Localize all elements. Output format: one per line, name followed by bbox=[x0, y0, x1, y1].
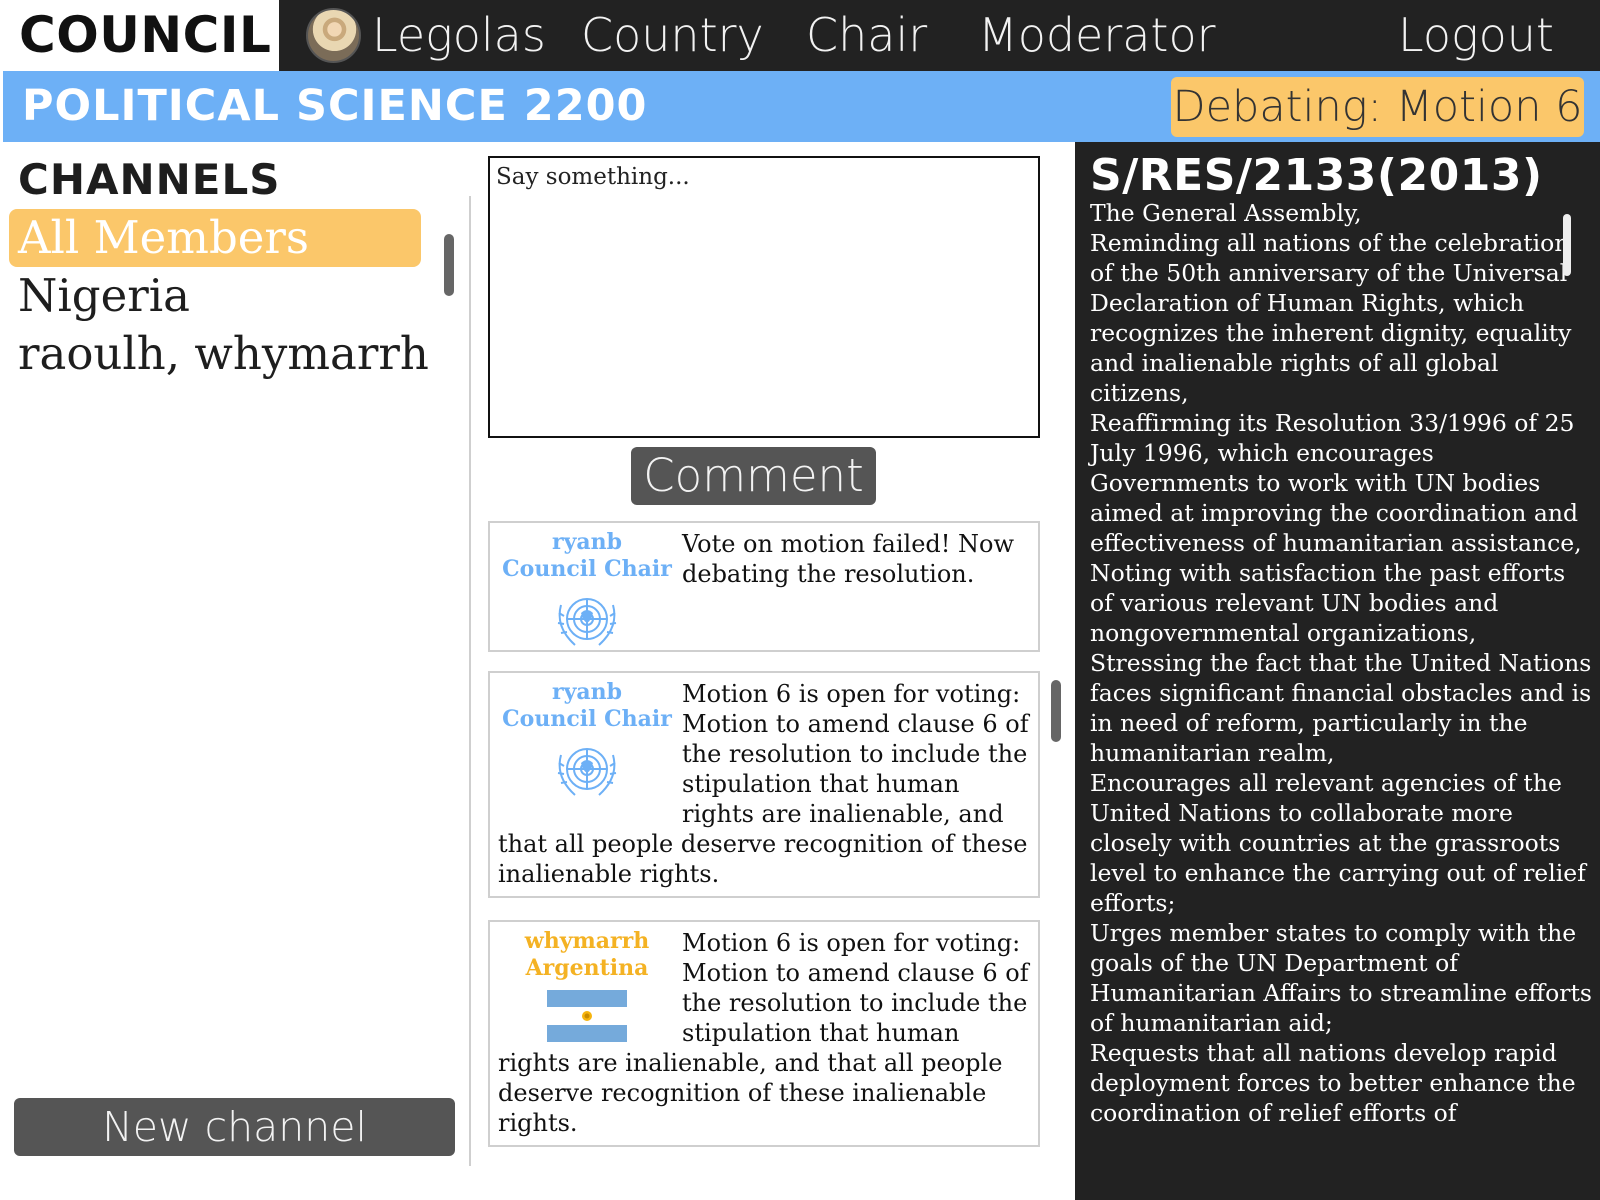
column-divider bbox=[469, 196, 471, 1166]
top-nav: COUNCIL Legolas Country Chair Moderator … bbox=[0, 0, 1600, 71]
resolution-paragraph: Noting with satisfaction the past effort… bbox=[1090, 559, 1566, 647]
course-title: POLITICAL SCIENCE 2200 bbox=[22, 81, 648, 131]
resolution-paragraph: Urges member states to comply with the g… bbox=[1090, 919, 1592, 1037]
resolution-paragraph: The General Assembly, bbox=[1090, 199, 1362, 227]
post-author: whymarrh Argentina bbox=[498, 928, 676, 1042]
resolution-paragraph: Requests that all nations develop rapid … bbox=[1090, 1039, 1576, 1127]
resolution-paragraph: Stressing the fact that the United Natio… bbox=[1090, 649, 1592, 767]
nav-user-link[interactable]: Legolas bbox=[372, 0, 546, 71]
resolution-text: The General Assembly, Reminding all nati… bbox=[1090, 198, 1595, 1128]
channel-item-all-members[interactable]: All Members bbox=[9, 209, 421, 267]
channel-item-nigeria[interactable]: Nigeria bbox=[9, 267, 421, 325]
post-author: ryanb Council Chair bbox=[498, 679, 676, 807]
logout-link[interactable]: Logout bbox=[1398, 0, 1554, 71]
post-username[interactable]: whymarrh bbox=[498, 928, 676, 955]
resolution-paragraph: Reminding all nations of the celebration… bbox=[1090, 229, 1572, 407]
comment-input[interactable] bbox=[488, 156, 1040, 438]
post-username[interactable]: ryanb bbox=[498, 679, 676, 706]
new-channel-button[interactable]: New channel bbox=[14, 1098, 455, 1156]
resolution-title: S/RES/2133(2013) bbox=[1090, 150, 1543, 201]
feed-post: ryanb Council Chair Motion 6 is open for… bbox=[488, 671, 1040, 898]
post-author: ryanb Council Chair bbox=[498, 529, 676, 657]
resolution-scrollbar[interactable] bbox=[1563, 214, 1571, 276]
channel-list: All Members Nigeria raoulh, whymarrh bbox=[9, 209, 429, 383]
comment-button[interactable]: Comment bbox=[631, 447, 876, 505]
post-username[interactable]: ryanb bbox=[498, 529, 676, 556]
feed-post: ryanb Council Chair Vote on motion faile… bbox=[488, 521, 1040, 652]
course-bar: POLITICAL SCIENCE 2200 Debating: Motion … bbox=[3, 71, 1600, 142]
nav-moderator-link[interactable]: Moderator bbox=[978, 0, 1216, 71]
channel-item-raoulh-whymarrh[interactable]: raoulh, whymarrh bbox=[9, 325, 429, 383]
nav-chair-link[interactable]: Chair bbox=[806, 0, 927, 71]
un-emblem-icon bbox=[557, 598, 617, 646]
feed-scrollbar[interactable] bbox=[1051, 680, 1061, 742]
un-emblem-icon bbox=[557, 748, 617, 796]
post-role: Council Chair bbox=[502, 706, 672, 732]
resolution-paragraph: Encourages all relevant agencies of the … bbox=[1090, 769, 1586, 917]
feed-post: whymarrh Argentina Motion 6 is open for … bbox=[488, 920, 1040, 1147]
resolution-paragraph: Reaffirming its Resolution 33/1996 of 25… bbox=[1090, 409, 1582, 557]
channels-heading: CHANNELS bbox=[18, 155, 281, 204]
post-role: Council Chair bbox=[502, 556, 672, 582]
debate-status-badge: Debating: Motion 6 bbox=[1171, 77, 1584, 137]
user-avatar[interactable] bbox=[306, 8, 361, 63]
post-role: Argentina bbox=[525, 955, 649, 981]
argentina-flag-icon bbox=[547, 990, 627, 1042]
brand-logo[interactable]: COUNCIL bbox=[0, 0, 279, 71]
resolution-panel: S/RES/2133(2013) The General Assembly, R… bbox=[1075, 142, 1600, 1200]
channels-scrollbar[interactable] bbox=[444, 234, 454, 296]
nav-country-link[interactable]: Country bbox=[581, 0, 764, 71]
